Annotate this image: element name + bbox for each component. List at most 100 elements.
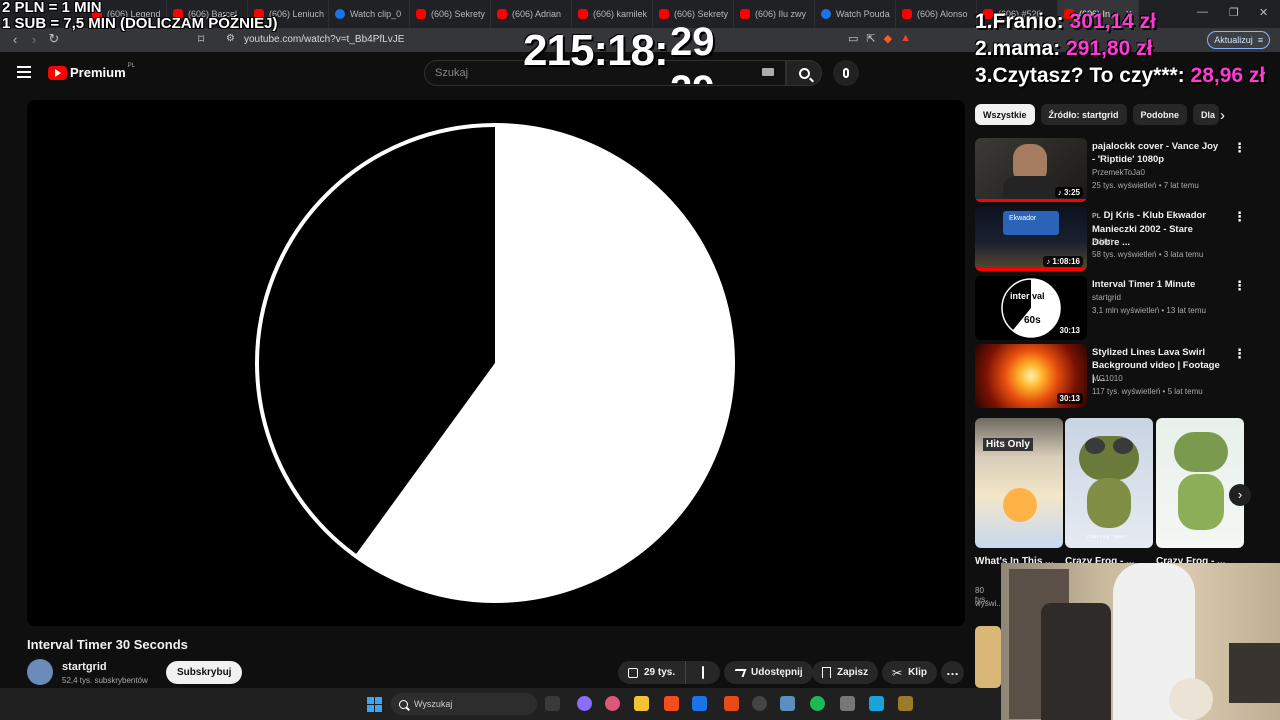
channel-avatar[interactable] bbox=[27, 659, 53, 685]
short-thumbnail[interactable]: Hits Only bbox=[975, 418, 1063, 548]
copilot-icon[interactable] bbox=[605, 696, 620, 711]
recommendation-item[interactable]: ♪ 3:25 pajalockk cover - Vance Joy - 'Ri… bbox=[975, 138, 1265, 202]
video-thumbnail[interactable]: Ekwador ♪ 1:08:16 bbox=[975, 207, 1087, 271]
leaderboard-row: 1.Franio: 301,14 zł bbox=[975, 10, 1156, 33]
chevron-right-icon[interactable]: › bbox=[1220, 107, 1225, 124]
browser-tab[interactable]: (606) Sekrety bbox=[410, 0, 491, 28]
browser-tab[interactable]: (606) Alonso bbox=[896, 0, 977, 28]
thumbs-up-icon bbox=[628, 667, 638, 678]
kebab-menu-icon[interactable]: ⋮ bbox=[1233, 209, 1246, 225]
search-button[interactable] bbox=[786, 60, 822, 86]
url-field[interactable]: youtube.com/watch?v=t_Bb4PfLvJE bbox=[244, 34, 404, 45]
calculator-icon[interactable] bbox=[840, 696, 855, 711]
discord-icon[interactable] bbox=[577, 696, 592, 711]
shorts-next-button[interactable]: › bbox=[1229, 484, 1251, 506]
file-explorer-icon[interactable] bbox=[634, 696, 649, 711]
tab-label: (606) kamilek bbox=[593, 9, 648, 19]
voice-search-button[interactable] bbox=[833, 60, 859, 86]
duration-badge: ♪ 3:25 bbox=[1054, 187, 1083, 198]
store-icon[interactable] bbox=[692, 696, 707, 711]
clip-button[interactable]: ✂ Klip bbox=[882, 661, 937, 684]
recommendation-thumbnail-partial[interactable] bbox=[975, 626, 1001, 688]
video-thumbnail[interactable]: 30:13 bbox=[975, 344, 1087, 408]
recommendation-item[interactable]: inter val 60s 30:13 Interval Timer 1 Min… bbox=[975, 276, 1265, 340]
clip-label: Klip bbox=[908, 667, 927, 678]
browser-tab[interactable]: (606) kamilek bbox=[572, 0, 653, 28]
share-icon[interactable]: ⇱ bbox=[866, 32, 875, 45]
browser-tab[interactable]: Watch clip_0 bbox=[329, 0, 410, 28]
recommendation-channel: PrzemekToJa0 bbox=[1092, 168, 1145, 177]
site-favicon-icon bbox=[821, 9, 831, 19]
webcam-overlay bbox=[1001, 563, 1280, 720]
brave-browser-icon-2[interactable] bbox=[724, 696, 739, 711]
recommendation-title: Interval Timer 1 Minute bbox=[1092, 279, 1196, 290]
brave-browser-icon[interactable] bbox=[664, 696, 679, 711]
recommendation-item[interactable]: Ekwador ♪ 1:08:16 PL Dj Kris - Klub Ekwa… bbox=[975, 207, 1265, 271]
tab-label: (606) Ilu zwy bbox=[755, 9, 807, 19]
browser-tab[interactable]: (606) Adrian bbox=[491, 0, 572, 28]
video-thumbnail[interactable]: inter val 60s 30:13 bbox=[975, 276, 1087, 340]
logo-text: Premium bbox=[70, 65, 126, 80]
leaderboard-row: 3.Czytasz? To czy***: 28,96 zł bbox=[975, 64, 1266, 87]
recommendation-item[interactable]: 30:13 Stylized Lines Lava Swirl Backgrou… bbox=[975, 344, 1265, 408]
brave-shield-icon[interactable]: ◆ bbox=[884, 32, 892, 45]
back-icon[interactable]: ‹ bbox=[5, 32, 25, 47]
recommendation-channel: startgrid bbox=[1092, 293, 1121, 302]
thumbnail-text: Crazy Frog · Axel F bbox=[1087, 534, 1126, 539]
chip-for-you[interactable]: Dla bbox=[1193, 104, 1220, 125]
taskbar-search[interactable]: Wyszukaj bbox=[391, 693, 537, 715]
youtube-favicon-icon bbox=[740, 9, 750, 19]
site-info-icon[interactable]: ⚙ bbox=[226, 33, 235, 44]
share-button[interactable]: Udostępnij bbox=[724, 661, 813, 684]
obs-icon[interactable] bbox=[752, 696, 767, 711]
kebab-menu-icon[interactable]: ⋮ bbox=[1233, 346, 1246, 362]
photos-icon[interactable] bbox=[780, 696, 795, 711]
task-view-icon[interactable] bbox=[545, 696, 560, 711]
chip-similar[interactable]: Podobne bbox=[1132, 104, 1188, 125]
spotify-icon[interactable] bbox=[810, 696, 825, 711]
recommendation-meta: 3,1 mln wyświetleń • 13 lat temu bbox=[1092, 306, 1206, 315]
share-arrow-icon bbox=[732, 668, 747, 677]
recommendation-meta: 117 tys. wyświetleń • 5 lat temu bbox=[1092, 387, 1203, 396]
bookmark-icon[interactable]: ⌑ bbox=[198, 32, 204, 46]
logo-region: PL bbox=[127, 62, 135, 69]
browser-tab[interactable]: Watch Pouda bbox=[815, 0, 896, 28]
hamburger-menu-icon[interactable] bbox=[17, 66, 31, 78]
short-thumbnail[interactable]: Crazy Frog · Axel F bbox=[1065, 418, 1153, 548]
more-actions-button[interactable]: … bbox=[941, 661, 964, 684]
windows-start-icon[interactable] bbox=[367, 697, 382, 712]
kebab-menu-icon[interactable]: ⋮ bbox=[1233, 140, 1246, 156]
notepad-icon[interactable] bbox=[869, 696, 884, 711]
keyboard-icon[interactable] bbox=[762, 68, 774, 76]
youtube-favicon-icon bbox=[659, 9, 669, 19]
save-button[interactable]: Zapisz bbox=[812, 661, 879, 684]
dislike-button[interactable] bbox=[692, 666, 714, 679]
like-button[interactable]: 29 tys. bbox=[618, 661, 687, 684]
watched-progress-bar bbox=[975, 199, 1087, 202]
short-thumbnail[interactable] bbox=[1156, 418, 1244, 548]
chip-all[interactable]: Wszystkie bbox=[975, 104, 1035, 125]
microphone-icon bbox=[843, 68, 849, 78]
forward-icon[interactable]: › bbox=[24, 32, 44, 47]
kebab-menu-icon[interactable]: ⋮ bbox=[1233, 278, 1246, 294]
app-icon[interactable] bbox=[898, 696, 913, 711]
recommendation-channel: Adam bbox=[1092, 237, 1113, 246]
recommendation-title: pajalockk cover - Vance Joy - 'Riptide' … bbox=[1092, 141, 1219, 165]
browser-tab[interactable]: (606) Ilu zwy bbox=[734, 0, 815, 28]
chip-source[interactable]: Źródło: startgrid bbox=[1040, 104, 1127, 125]
leaderboard-row: 2.mama: 291,80 zł bbox=[975, 37, 1153, 60]
youtube-premium-logo[interactable]: Premium PL bbox=[48, 62, 135, 80]
video-player[interactable] bbox=[27, 100, 965, 626]
like-count: 29 tys. bbox=[644, 667, 676, 678]
reload-icon[interactable]: ↻ bbox=[44, 31, 64, 47]
rules-line: 2 PLN = 1 MIN bbox=[2, 0, 102, 16]
windows-taskbar: Wyszukaj bbox=[0, 688, 1001, 720]
video-thumbnail[interactable]: ♪ 3:25 bbox=[975, 138, 1087, 202]
thumbnail-text: inter bbox=[1010, 291, 1030, 301]
watched-progress-bar bbox=[975, 268, 1087, 271]
subscribe-button[interactable]: Subskrybuj bbox=[166, 661, 243, 684]
rewards-icon[interactable]: ▲ bbox=[900, 32, 911, 45]
cast-icon[interactable]: ▭ bbox=[848, 32, 858, 45]
tab-label: (606) Alonso bbox=[917, 9, 968, 19]
channel-name[interactable]: startgrid bbox=[62, 661, 107, 673]
